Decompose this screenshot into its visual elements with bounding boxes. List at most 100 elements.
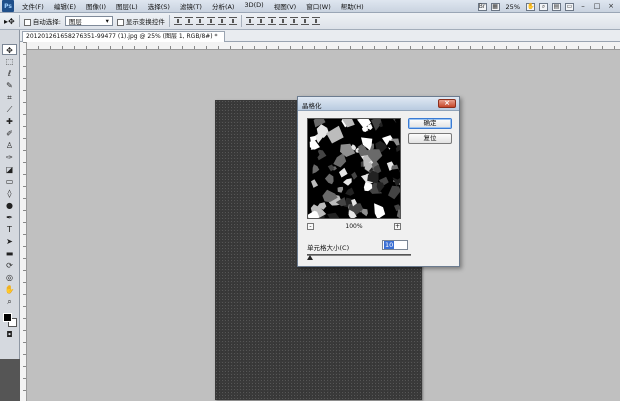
menu-item-6[interactable]: 分析(A) [207,1,240,11]
preview-zoom-percent: 100% [345,223,363,230]
color-swatches[interactable] [2,312,18,328]
menu-item-0[interactable]: 文件(F) [17,1,49,11]
quick-select-tool-icon[interactable]: ✎ [2,80,17,91]
auto-align-icon[interactable] [311,17,320,25]
dialog-title: 晶格化 [302,102,322,110]
separator [240,15,242,27]
cell-size-slider-thumb[interactable] [307,255,313,260]
menu-item-10[interactable]: 帮助(H) [336,1,369,11]
crystal-cell [339,167,348,178]
align-icons-group [173,17,237,25]
cell-size-input[interactable]: 10 [382,240,408,250]
dodge-tool-icon[interactable]: ● [2,200,17,211]
healing-tool-icon[interactable]: ✚ [2,116,17,127]
menu-item-2[interactable]: 图像(I) [81,1,111,11]
crystal-cell [324,173,334,185]
lasso-tool-icon[interactable]: ℓ [2,68,17,79]
brush-tool-icon[interactable]: ✐ [2,128,17,139]
distribute-top-icon[interactable] [245,17,254,25]
menu-item-5[interactable]: 滤镜(T) [175,1,207,11]
separator [168,15,170,27]
pen-tool-icon[interactable]: ✒ [2,212,17,223]
3d-rotate-tool-icon[interactable]: ⟳ [2,260,17,271]
auto-select-checkbox[interactable] [23,18,31,26]
horizontal-ruler[interactable] [26,42,620,50]
distribute-right-icon[interactable] [300,17,309,25]
dialog-close-button[interactable]: × [438,99,456,108]
filter-preview[interactable] [307,118,401,219]
show-transform-checkbox[interactable] [116,18,124,26]
show-transform-toggle[interactable]: 显示变换控件 [116,16,165,26]
ok-button[interactable]: 确定 [408,118,452,129]
menu-item-1[interactable]: 编辑(E) [49,1,81,11]
crystal-cell [328,142,338,150]
hand-tool-icon[interactable]: ✋ [526,2,535,11]
distribute-vcenter-icon[interactable] [256,17,265,25]
maximize-button[interactable]: □ [592,2,602,11]
crystal-cell [388,185,400,200]
quick-mask-icon[interactable]: ◘ [2,329,17,340]
auto-select-toggle[interactable]: 自动选择: [23,16,61,26]
zoom-in-button[interactable]: + [394,223,401,230]
marquee-tool-icon[interactable]: ⬚ [2,56,17,67]
menu-item-7[interactable]: 3D(D) [239,1,268,11]
crystal-cell [396,209,400,218]
zoom-tool-icon[interactable]: ⌕ [2,296,17,307]
distribute-bottom-icon[interactable] [267,17,276,25]
type-tool-icon[interactable]: T [2,224,17,235]
path-select-tool-icon[interactable]: ➤ [2,236,17,247]
preview-zoom-row: - 100% + [307,223,401,231]
hand-tool-icon[interactable]: ✋ [2,284,17,295]
align-bottom-icon[interactable] [195,17,204,25]
distribute-hcenter-icon[interactable] [289,17,298,25]
foreground-color-swatch[interactable] [2,313,12,322]
zoom-level[interactable]: 25% [504,3,522,11]
document-tab[interactable]: 201201261658276351-99477 (1).jpg @ 25% (… [22,31,225,42]
reset-button[interactable]: 复位 [408,133,452,144]
menu-item-8[interactable]: 视图(V) [269,1,302,11]
align-hcenter-icon[interactable] [217,17,226,25]
align-right-icon[interactable] [228,17,237,25]
close-app-button[interactable]: × [606,2,616,11]
menu-bar: Ps 文件(F) 编辑(E) 图像(I) 图层(L) 选择(S) 滤镜(T) 分析(A) 3D… [0,0,620,13]
move-tool-preset-icon[interactable]: ▸✥ [4,17,15,26]
launch-bridge-icon[interactable]: Br [477,2,487,11]
zoom-tool-icon[interactable]: ⌕ [539,2,548,11]
chevron-down-icon: ▾ [105,17,109,25]
clone-stamp-tool-icon[interactable]: ♙ [2,140,17,151]
arrange-documents-icon[interactable]: ▤ [552,2,561,11]
crystal-cell [331,119,339,124]
cell-size-value: 10 [384,241,395,249]
eyedropper-tool-icon[interactable]: ⟋ [2,104,17,115]
history-brush-tool-icon[interactable]: ✑ [2,152,17,163]
blur-tool-icon[interactable]: ◊ [2,188,17,199]
vertical-ruler[interactable] [20,42,27,401]
align-top-icon[interactable] [173,17,182,25]
crystallize-dialog: 晶格化 × - 100% + 确定 复位 单元格大小(C) 10 [297,96,460,267]
dialog-titlebar[interactable]: 晶格化 × [298,97,459,111]
screen-mode-icon[interactable]: ▭ [565,2,574,11]
menu-item-9[interactable]: 窗口(W) [301,1,336,11]
cell-size-slider[interactable] [307,254,411,256]
auto-select-dropdown[interactable]: 图层 ▾ [64,16,113,26]
distribute-left-icon[interactable] [278,17,287,25]
crystal-cell [345,187,355,196]
shape-tool-icon[interactable]: ▬ [2,248,17,259]
view-extras-icon[interactable]: ▦ [490,2,500,11]
align-vcenter-icon[interactable] [184,17,193,25]
align-left-icon[interactable] [206,17,215,25]
gradient-tool-icon[interactable]: ▭ [2,176,17,187]
tool-panel-footer [0,359,20,401]
options-bar: ▸✥ 自动选择: 图层 ▾ 显示变换控件 [0,13,620,30]
move-tool-icon[interactable]: ✥ [2,44,17,55]
3d-orbit-tool-icon[interactable]: ◎ [2,272,17,283]
tool-panel: ✥ ⬚ ℓ ✎ ⌗ ⟋ ✚ ✐ ♙ ✑ ◪ ▭ ◊ ● ✒ T ➤ ▬ ⟳ ◎ … [0,30,20,401]
distribute-icons-group [245,17,320,25]
menu-item-4[interactable]: 选择(S) [143,1,175,11]
crystal-cell [361,208,368,217]
minimize-button[interactable]: – [578,2,588,11]
eraser-tool-icon[interactable]: ◪ [2,164,17,175]
menu-item-3[interactable]: 图层(L) [111,1,143,11]
crop-tool-icon[interactable]: ⌗ [2,92,17,103]
crystal-cell [312,164,320,174]
